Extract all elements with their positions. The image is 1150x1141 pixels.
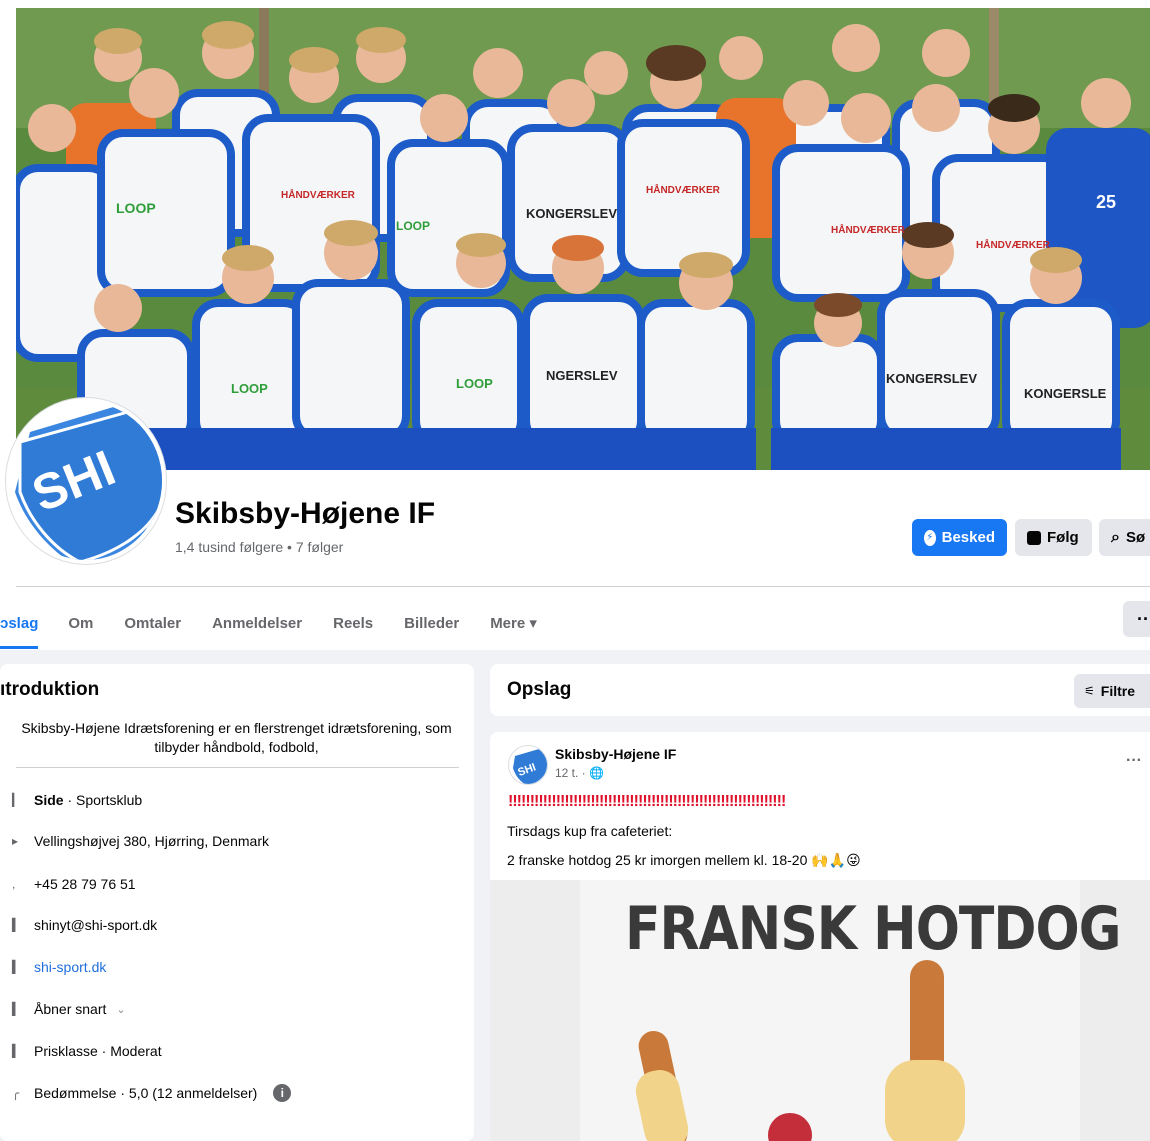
svg-text:HÅNDVÆRKER: HÅNDVÆRKER [831,223,906,236]
tab-more[interactable]: Mere ▾ [490,601,537,645]
tab-mentions[interactable]: Omtaler [124,601,181,645]
filter-button[interactable]: ⚟ Filtre [1074,674,1150,708]
team-photo: LOOP LOOP LOOP LOOP HÅNDVÆRKER HÅNDVÆRKE… [16,8,1150,470]
info-row-address[interactable]: ▸ Vellingshøjvej 380, Hjørring, Denmark [12,833,269,849]
page-avatar[interactable]: SHI [6,398,166,564]
tab-posts[interactable]: ɔslag [0,601,39,649]
website-link[interactable]: shi-sport.dk [34,959,106,975]
category-label: Side [34,792,64,808]
intro-description: Skibsby-Højene Idrætsforening er en fler… [21,720,452,755]
svg-text:25: 25 [1096,192,1116,212]
page-tabs: ɔslag Om Omtaler Anmeldelser Reels Bille… [0,598,568,649]
svg-text:HÅNDVÆRKER: HÅNDVÆRKER [646,183,721,196]
svg-text:NGERSLEV: NGERSLEV [546,368,618,383]
svg-text:HÅNDVÆRKER: HÅNDVÆRKER [976,238,1051,251]
message-button-label: Besked [941,529,995,546]
follow-button[interactable]: Følg [1015,519,1092,556]
info-row-website[interactable]: ▍ shi-sport.dk [12,959,106,975]
tab-reels[interactable]: Reels [333,601,373,645]
svg-text:KONGERSLE: KONGERSLE [1024,386,1107,401]
svg-text:LOOP: LOOP [456,376,493,391]
search-icon: ⌕ [1111,528,1120,546]
rating-info-icon[interactable]: i [273,1084,292,1102]
info-row-category: ▎ Side · Sportsklub [12,792,142,808]
svg-text:KONGERSLEV: KONGERSLEV [886,371,977,386]
followers-count[interactable]: 1,4 tusind følgere • 7 følger [175,539,343,555]
chevron-down-icon[interactable]: ⌄ [116,1003,125,1016]
info-row-price: ▍ Prisklasse · Moderat [12,1043,162,1059]
post-exclamation-line: ‼‼‼‼‼‼‼‼‼‼‼‼‼‼‼‼‼‼‼‼‼‼‼‼‼‼‼‼‼‼‼‼ [508,793,786,810]
tab-reviews[interactable]: Anmeldelser [212,601,302,645]
post-timestamp[interactable]: 12 t. · 🌐 [555,766,604,780]
intro-divider [16,767,459,768]
svg-text:KONGERSLEV: KONGERSLEV [526,206,617,221]
follow-button-label: Følg [1047,529,1079,546]
hours-value: Åbner snart [34,1001,107,1017]
posts-header-card [490,664,1150,716]
category-value: · Sportsklub [63,792,143,808]
post-author-name[interactable]: Skibsby-Højene IF [555,746,676,762]
phone-icon: , [12,877,16,891]
tab-photos[interactable]: Billeder [404,601,459,645]
posts-title: Opslag [507,679,572,700]
phone-value: +45 28 79 76 51 [34,876,136,892]
rating-value: Bedømmelse · 5,0 (12 anmeldelser) [34,1085,258,1101]
messenger-icon: ⚡ [924,529,936,546]
svg-text:LOOP: LOOP [396,219,430,233]
search-button[interactable]: ⌕ Sø [1099,519,1150,556]
price-value: Prisklasse · Moderat [34,1043,162,1059]
cover-photo[interactable]: LOOP LOOP LOOP LOOP HÅNDVÆRKER HÅNDVÆRKE… [16,8,1150,470]
price-icon: ▍ [12,1044,22,1058]
email-value: shinyt@shi-sport.dk [34,917,158,933]
post-text-line-1: Tirsdags kup fra cafeteriet: [507,823,673,839]
post-image-title: FRANSK HOTDOG [625,895,1121,964]
info-row-email[interactable]: ▍ shinyt@shi-sport.dk [12,917,157,933]
email-icon: ▍ [12,918,22,932]
svg-text:HÅNDVÆRKER: HÅNDVÆRKER [281,188,356,201]
post-text-line-2: 2 franske hotdog 25 kr imorgen mellem kl… [507,852,861,868]
header-divider [16,586,1150,587]
search-button-label: Sø [1125,529,1146,546]
more-options-button[interactable]: ·· [1123,601,1150,637]
page-title: Skibsby-Højene IF [175,497,436,530]
filter-button-label: Filtre [1100,683,1135,699]
follow-icon [1027,530,1041,545]
tab-about[interactable]: Om [68,601,93,645]
info-row-rating: ╭ Bedømmelse · 5,0 (12 anmeldelser) i [12,1084,292,1102]
star-icon: ╭ [12,1086,20,1100]
filter-icon: ⚟ [1084,684,1095,698]
post-options-icon[interactable]: ··· [1126,752,1142,770]
link-icon: ▍ [12,960,22,974]
info-icon: ▎ [12,793,22,807]
shi-logo-small-icon: SHI [509,746,547,784]
info-row-phone[interactable]: , +45 28 79 76 51 [12,876,136,892]
location-icon: ▸ [12,834,19,848]
post-author-avatar[interactable]: SHI [508,745,548,785]
info-row-hours[interactable]: ▍ Åbner snart ⌄ [12,1001,126,1017]
svg-text:LOOP: LOOP [116,200,156,216]
svg-text:LOOP: LOOP [231,381,268,396]
message-button[interactable]: ⚡ Besked [912,519,1007,556]
address-value: Vellingshøjvej 380, Hjørring, Denmark [34,833,269,849]
clock-icon: ▍ [12,1002,22,1016]
intro-title: ıtroduktion [0,679,100,700]
